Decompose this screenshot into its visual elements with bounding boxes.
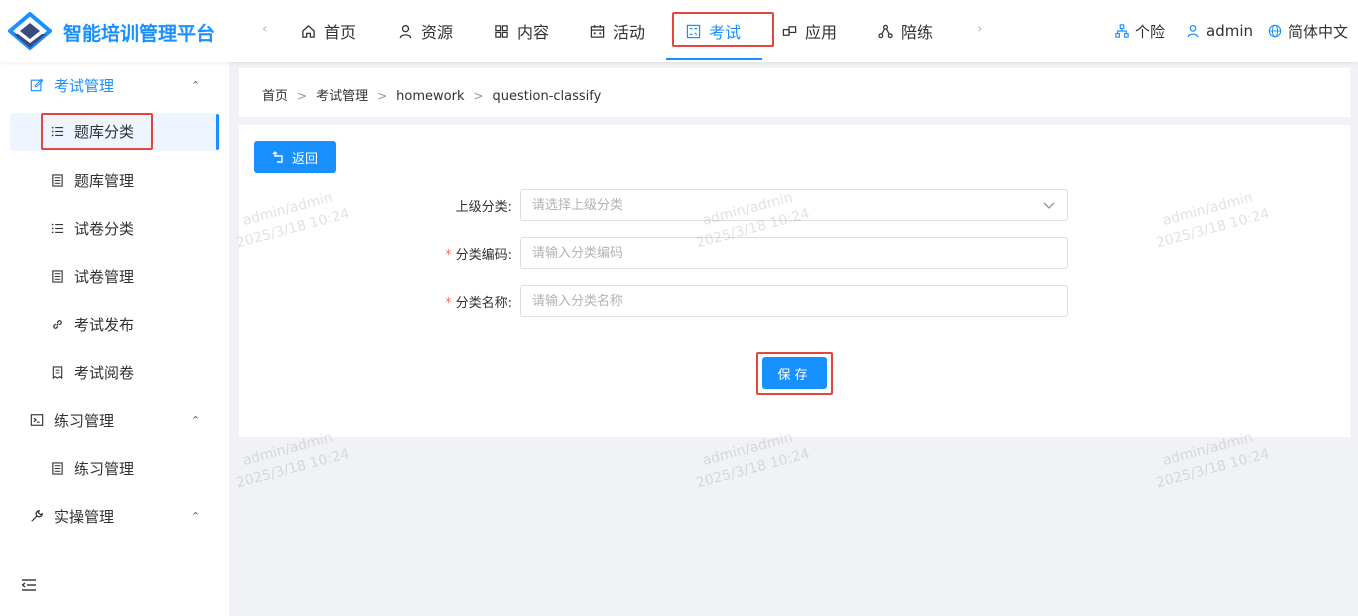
- receipt-icon: [52, 365, 63, 379]
- app-title: 智能培训管理平台: [63, 23, 216, 45]
- nav-item-label: 陪练: [901, 23, 934, 42]
- wrench-icon: [31, 510, 43, 522]
- org-label: 个险: [1135, 22, 1166, 41]
- sidebar-item-exam-publish[interactable]: 考试发布: [0, 300, 229, 348]
- back-button[interactable]: 返回: [254, 141, 336, 173]
- sidebar: 考试管理 ⌃ 题库分类 题库管理 试卷分类 试卷管理 考试发布 考试阅卷 练习管…: [0, 62, 229, 616]
- required-mark: *: [445, 248, 452, 263]
- breadcrumb-card: 首页 > 考试管理 > homework > question-classify: [239, 68, 1350, 117]
- list-icon: [51, 126, 64, 136]
- form-card: [239, 125, 1350, 437]
- sidebar-group-practice-management[interactable]: 练习管理 ⌃: [0, 396, 229, 444]
- chevron-up-icon: ⌃: [191, 78, 201, 92]
- top-header: 智能培训管理平台 ‹ 首页 资源 内容 活动 考试 应用 陪练 › 个险 adm…: [0, 0, 1358, 62]
- sidebar-item-question-bank-management[interactable]: 题库管理: [0, 156, 229, 204]
- breadcrumb-item-question-classify: question-classify: [492, 89, 602, 104]
- sidebar-group-label: 考试管理: [54, 76, 115, 95]
- chevron-down-icon: [1043, 202, 1055, 209]
- nav-active-underline: [666, 58, 762, 60]
- sidebar-group-exam-management[interactable]: 考试管理 ⌃: [0, 61, 229, 109]
- org-selector[interactable]: 个险: [1115, 0, 1165, 62]
- breadcrumb-item-homework[interactable]: homework: [396, 89, 464, 104]
- nav-item-resources[interactable]: 资源: [398, 0, 453, 62]
- user-menu[interactable]: admin: [1186, 0, 1253, 62]
- sidebar-item-label: 考试发布: [74, 315, 135, 334]
- nav-item-practice[interactable]: 陪练: [878, 0, 933, 62]
- exam-icon: [686, 24, 701, 38]
- nav-next-arrow[interactable]: ›: [977, 21, 983, 37]
- parent-category-select[interactable]: [520, 189, 1068, 221]
- nav-item-exam[interactable]: 考试: [686, 0, 741, 62]
- save-button[interactable]: 保存: [762, 357, 827, 389]
- calendar-icon: [590, 24, 605, 38]
- sidebar-item-paper-management[interactable]: 试卷管理: [0, 252, 229, 300]
- language-label: 简体中文: [1288, 22, 1349, 41]
- doc-icon: [52, 269, 63, 283]
- nav-item-home[interactable]: 首页: [301, 0, 356, 62]
- doc-icon: [52, 173, 63, 187]
- category-code-label: * 分类编码:: [445, 248, 512, 263]
- breadcrumb-separator: >: [297, 89, 308, 103]
- required-mark: *: [445, 296, 452, 311]
- home-icon: [302, 24, 315, 38]
- network-icon: [878, 24, 893, 38]
- parent-category-label: 上级分类:: [455, 200, 512, 215]
- doc-icon: [52, 461, 63, 475]
- logo-icon: [8, 12, 52, 50]
- sidebar-item-label: 考试阅卷: [74, 363, 135, 382]
- nav-item-activity[interactable]: 活动: [590, 0, 645, 62]
- sidebar-item-label: 试卷管理: [74, 267, 135, 286]
- nav-item-label: 内容: [517, 23, 550, 42]
- nav-item-apps[interactable]: 应用: [782, 0, 837, 62]
- sidebar-item-label: 题库分类: [74, 122, 135, 141]
- globe-icon: [1268, 24, 1282, 38]
- nav-item-label: 考试: [709, 23, 742, 42]
- user-icon: [399, 24, 412, 38]
- edit-icon: [30, 78, 44, 92]
- category-name-input[interactable]: [520, 285, 1068, 317]
- nav-item-label: 首页: [324, 23, 357, 42]
- breadcrumb-item-home[interactable]: 首页: [262, 89, 288, 104]
- return-icon: [272, 151, 283, 163]
- username: admin: [1206, 22, 1253, 40]
- sidebar-group-label: 实操管理: [54, 507, 115, 526]
- chevron-up-icon: ⌃: [191, 509, 201, 523]
- language-selector[interactable]: 简体中文: [1268, 0, 1348, 62]
- sidebar-item-exam-grading[interactable]: 考试阅卷: [0, 348, 229, 396]
- menu-collapse-icon[interactable]: [21, 578, 37, 592]
- nav-item-content[interactable]: 内容: [494, 0, 549, 62]
- org-chart-icon: [1115, 24, 1129, 38]
- nav-item-label: 应用: [805, 23, 838, 42]
- breadcrumb-item-exam-management[interactable]: 考试管理: [316, 89, 368, 104]
- sidebar-item-question-bank-category[interactable]: 题库分类: [0, 107, 229, 155]
- sidebar-item-paper-category[interactable]: 试卷分类: [0, 204, 229, 252]
- sidebar-group-label: 练习管理: [54, 411, 115, 430]
- nav-item-label: 资源: [421, 23, 454, 42]
- breadcrumb: 首页 > 考试管理 > homework > question-classify: [262, 85, 601, 104]
- chevron-up-icon: ⌃: [191, 413, 201, 427]
- sidebar-item-label: 练习管理: [74, 459, 135, 478]
- save-button-label: 保存: [777, 367, 812, 383]
- category-code-input[interactable]: [520, 237, 1068, 269]
- link-icon: [53, 319, 62, 329]
- apps-icon: [782, 25, 797, 36]
- breadcrumb-separator: >: [377, 89, 388, 103]
- back-button-label: 返回: [291, 151, 318, 167]
- sidebar-item-label: 试卷分类: [74, 219, 135, 238]
- user-icon: [1187, 24, 1199, 38]
- category-name-label: * 分类名称:: [445, 296, 512, 311]
- nav-prev-arrow[interactable]: ‹: [262, 21, 268, 37]
- nav-item-label: 活动: [613, 23, 646, 42]
- terminal-icon: [30, 414, 44, 426]
- grid-icon: [495, 24, 508, 38]
- sidebar-item-label: 题库管理: [74, 171, 135, 190]
- sidebar-item-practice-management[interactable]: 练习管理: [0, 444, 229, 492]
- sidebar-group-hands-on-management[interactable]: 实操管理 ⌃: [0, 492, 229, 540]
- list-icon: [51, 223, 64, 233]
- breadcrumb-separator: >: [473, 89, 484, 103]
